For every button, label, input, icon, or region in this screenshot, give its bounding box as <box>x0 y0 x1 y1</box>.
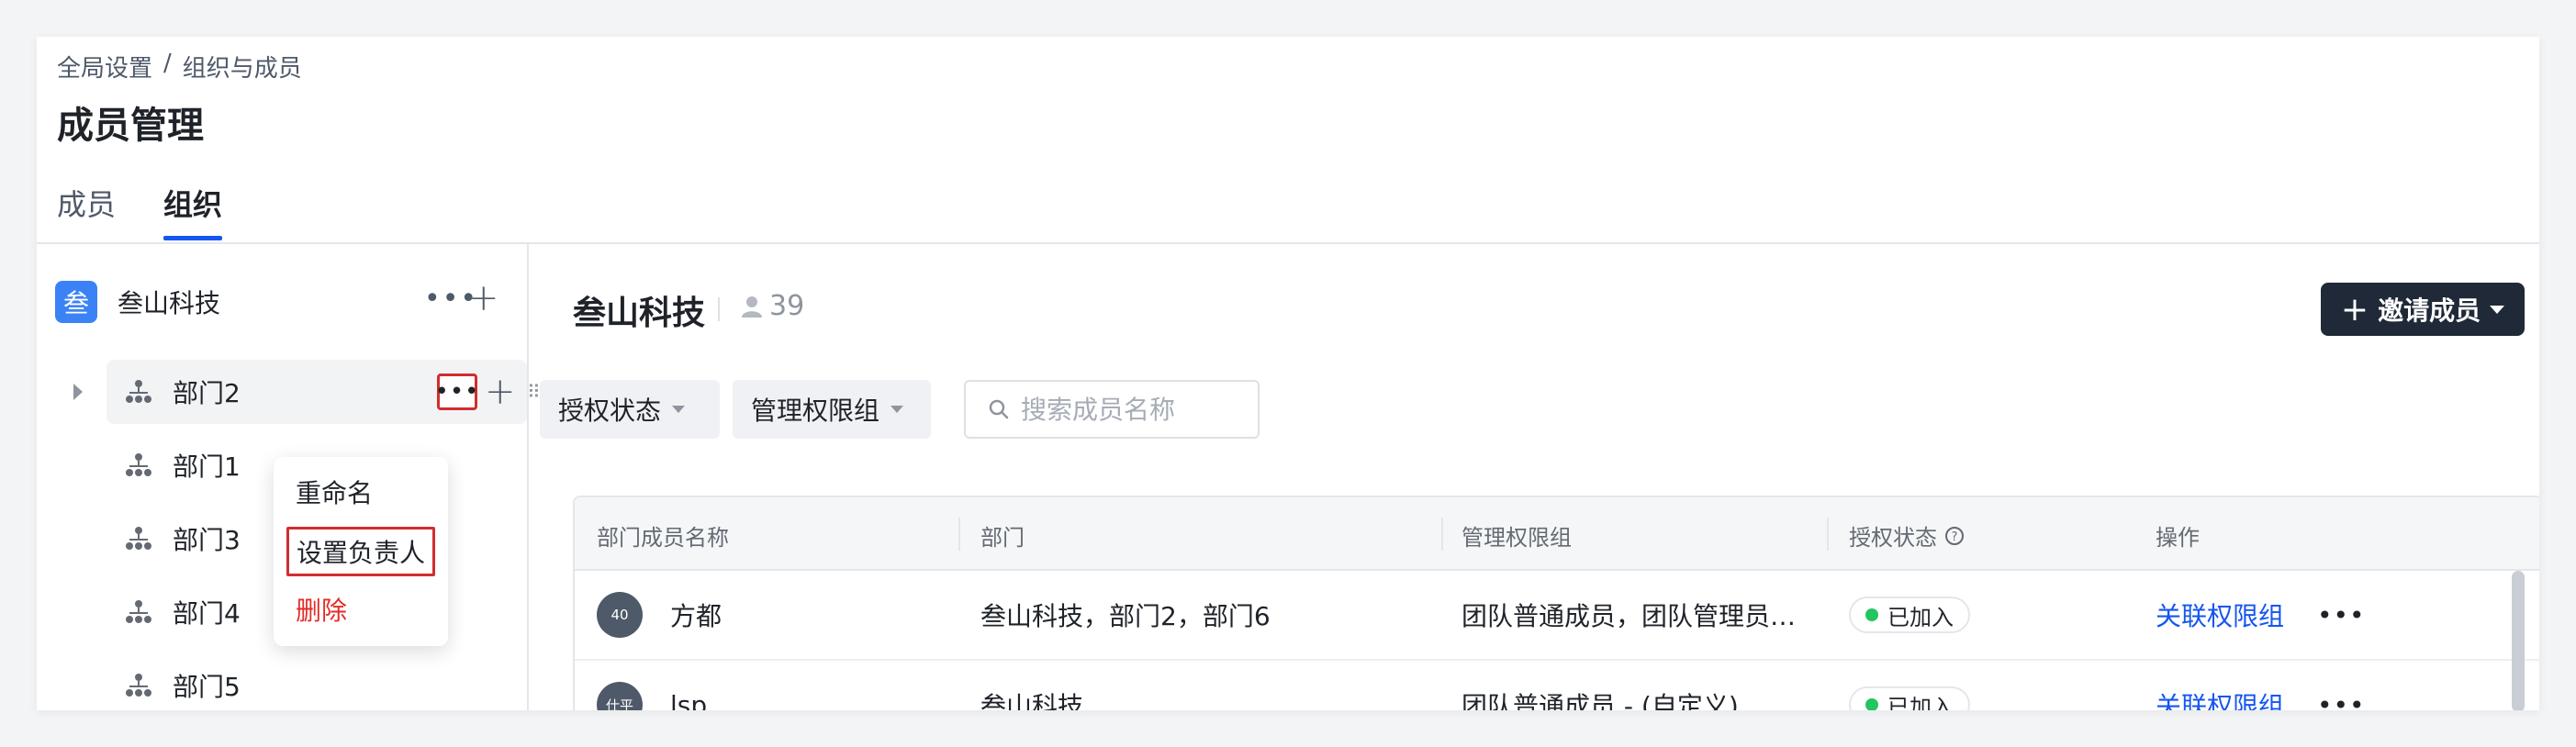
table-row: 仕平 lsp 叁山科技 团队普通成员 - (自定义) 已加入 关联权限组 ••• <box>575 661 2539 710</box>
status-dot <box>1865 698 1878 710</box>
breadcrumb-root[interactable]: 全局设置 <box>57 50 152 84</box>
action-cell: 关联权限组 ••• <box>2156 661 2366 711</box>
avatar: 仕平 <box>597 682 643 710</box>
filter-auth-status[interactable]: 授权状态 <box>540 380 720 439</box>
column-header-name: 部门成员名称 <box>597 525 729 551</box>
sidebar-item-dept5[interactable]: 部门5 <box>37 653 527 710</box>
member-department: 叁山科技 <box>980 691 1084 710</box>
menu-item-set-manager[interactable]: 设置负责人 <box>286 527 436 576</box>
user-icon <box>742 295 762 318</box>
org-tree-icon <box>126 600 151 623</box>
table-header: 部门成员名称 部门 管理权限组 授权状态 ? 操作 <box>575 497 2539 571</box>
column-divider <box>1441 518 1443 551</box>
member-cell: 40 <box>597 571 643 659</box>
org-tree-icon <box>126 674 151 697</box>
chevron-down-icon <box>2490 305 2505 314</box>
member-name: 方都 <box>670 601 722 631</box>
plus-icon[interactable]: + <box>485 371 516 413</box>
help-icon[interactable]: ? <box>1944 526 1965 546</box>
link-permission-group-link[interactable]: 关联权限组 <box>2156 686 2284 710</box>
sidebar-item-dept2[interactable]: 部门2 ••• + ⠿ <box>106 360 541 424</box>
more-icon[interactable]: ••• <box>2317 600 2366 630</box>
more-icon[interactable]: ••• <box>2317 690 2366 711</box>
column-header-label: 授权状态 <box>1849 525 1937 551</box>
more-icon[interactable]: ••• <box>435 374 479 410</box>
action-cell: 关联权限组 ••• <box>2156 571 2366 659</box>
filter-permission-group[interactable]: 管理权限组 <box>733 380 931 439</box>
search-box <box>964 380 1260 439</box>
sidebar-item-label: 部门1 <box>173 452 241 482</box>
member-permission-group: 团队普通成员，团队管理员… <box>1462 601 1797 631</box>
svg-text:?: ? <box>1952 530 1958 544</box>
org-logo: 叁 <box>55 281 97 323</box>
dept-context-menu: 重命名 设置负责人 删除 <box>274 457 448 646</box>
column-header-auth-status: 授权状态 ? <box>1849 519 1965 552</box>
status-cell: 已加入 <box>1849 571 1970 659</box>
tab-members[interactable]: 成员 <box>57 182 116 240</box>
breadcrumb: 全局设置 / 组织与成员 <box>57 50 302 84</box>
member-permission-group: 团队普通成员 - (自定义) <box>1462 691 1739 710</box>
members-panel: 叁山科技 39 + 邀请成员 授权状态 管理权限组 搜索成员名称 部门成员名称 … <box>529 244 2539 710</box>
breadcrumb-current: 组织与成员 <box>182 55 302 83</box>
table-scrollbar[interactable] <box>2512 571 2525 710</box>
page-header: 全局设置 / 组织与成员 成员管理 成员 组织 <box>37 37 2539 244</box>
filter-label: 管理权限组 <box>751 396 880 426</box>
link-permission-group-link[interactable]: 关联权限组 <box>2156 596 2284 633</box>
invite-member-label: 邀请成员 <box>2378 295 2481 326</box>
org-tree-icon <box>126 380 151 403</box>
org-tree-icon <box>126 527 151 550</box>
column-header-actions: 操作 <box>2156 525 2200 551</box>
menu-item-rename[interactable]: 重命名 <box>296 474 373 510</box>
avatar: 40 <box>597 592 643 638</box>
org-root-item[interactable]: 叁 叁山科技 ••• + <box>55 277 509 327</box>
sidebar-item-label: 部门2 <box>173 378 241 408</box>
menu-item-delete[interactable]: 删除 <box>296 591 347 628</box>
column-header-department: 部门 <box>980 525 1025 551</box>
tab-bar: 成员 组织 <box>57 182 223 240</box>
search-input[interactable] <box>1019 393 1243 426</box>
member-count-value: 39 <box>769 290 805 322</box>
plus-icon: + <box>2340 290 2369 329</box>
title-divider <box>718 297 720 321</box>
status-badge: 已加入 <box>1849 596 1970 633</box>
status-dot <box>1865 608 1878 621</box>
sidebar-item-label: 部门4 <box>173 598 241 629</box>
sidebar-item-label: 部门5 <box>173 672 241 702</box>
table-row: 40 方都 叁山科技，部门2，部门6 团队普通成员，团队管理员… 已加入 关联权… <box>575 571 2539 661</box>
member-count: 39 <box>740 290 804 322</box>
search-icon <box>989 399 1009 419</box>
org-name: 叁山科技 <box>118 288 221 318</box>
page-title: 成员管理 <box>57 105 204 147</box>
sidebar-item-label: 部门3 <box>173 525 241 555</box>
members-table: 部门成员名称 部门 管理权限组 授权状态 ? 操作 40 方都 叁山科技，部门2… <box>573 496 2539 710</box>
chevron-down-icon <box>890 406 904 413</box>
status-badge: 已加入 <box>1849 686 1970 710</box>
member-cell: 仕平 <box>597 661 643 710</box>
status-cell: 已加入 <box>1849 661 1970 710</box>
plus-icon[interactable]: + <box>468 277 499 319</box>
status-label: 已加入 <box>1887 604 1954 630</box>
tab-organization[interactable]: 组织 <box>163 182 223 240</box>
member-name: lsp <box>670 689 708 711</box>
org-sidebar: 叁 叁山科技 ••• + 部门2 ••• + ⠿ 部门1 部门3 部门4 部门5… <box>37 244 541 710</box>
column-header-permission-group: 管理权限组 <box>1462 525 1572 551</box>
status-label: 已加入 <box>1887 694 1954 711</box>
member-department: 叁山科技，部门2，部门6 <box>980 601 1271 631</box>
chevron-down-icon <box>672 406 686 413</box>
breadcrumb-separator: / <box>163 50 172 77</box>
org-tree-icon <box>126 453 151 476</box>
settings-card: 全局设置 / 组织与成员 成员管理 成员 组织 叁 叁山科技 ••• + 部门2… <box>37 37 2539 710</box>
panel-title: 叁山科技 <box>573 295 706 332</box>
column-divider <box>1827 518 1829 551</box>
invite-member-button[interactable]: + 邀请成员 <box>2321 283 2525 336</box>
filter-label: 授权状态 <box>558 396 662 426</box>
caret-right-icon[interactable] <box>73 384 83 400</box>
column-divider <box>958 518 960 551</box>
